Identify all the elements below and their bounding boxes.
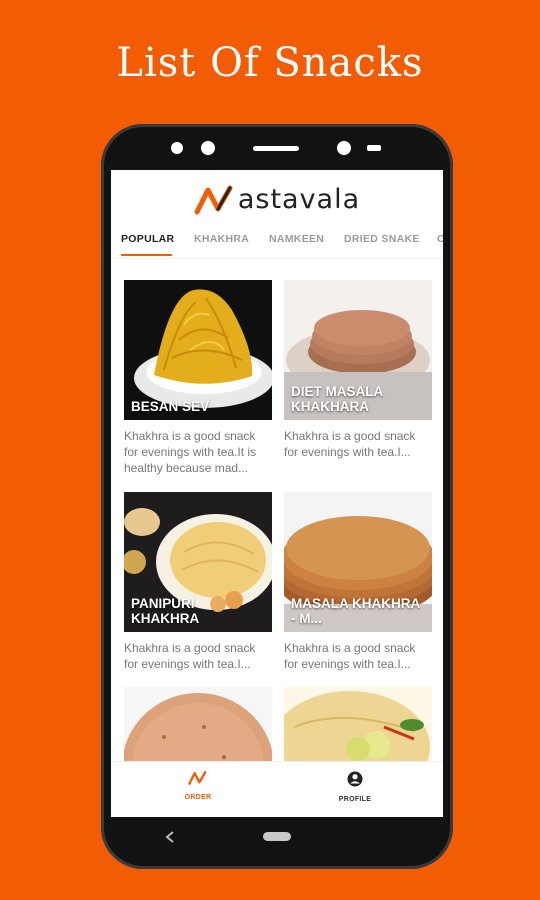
- brand-name: astavala: [237, 184, 361, 215]
- home-pill-icon[interactable]: [263, 832, 291, 841]
- page-headline: List Of Snacks: [116, 40, 424, 86]
- category-tabs: POPULAR KHAKHRA NAMKEEN DRIED SNAKE C: [111, 228, 443, 259]
- card-description: Khakhra is a good snack for evenings wit…: [124, 429, 257, 475]
- card-title: DIET MASALA KHAKHARA: [291, 384, 383, 414]
- snack-image: PANIPURI KHAKHRA: [124, 492, 272, 632]
- tab-dried-snake[interactable]: DRIED SNAKE: [344, 233, 420, 245]
- card-title: PANIPURI KHAKHRA: [131, 596, 200, 626]
- tab-more[interactable]: C: [437, 233, 443, 245]
- nav-profile[interactable]: PROFILE: [315, 770, 395, 803]
- card-title: MASALA KHAKHRA - M...: [291, 596, 420, 626]
- snack-image: BESAN SEV: [124, 280, 272, 420]
- sensor-icon: [201, 141, 215, 155]
- back-icon[interactable]: [165, 831, 175, 843]
- nav-label: ORDER: [184, 794, 212, 801]
- app-screen: astavala POPULAR KHAKHRA NAMKEEN DRIED S…: [111, 170, 443, 817]
- bottom-navigation: ORDER PROFILE: [111, 761, 443, 817]
- snack-image: DIET MASALA KHAKHARA: [284, 280, 432, 420]
- front-camera-icon: [171, 142, 183, 154]
- card-title: BESAN SEV: [131, 399, 210, 414]
- account-circle-icon: [347, 771, 363, 787]
- tab-namkeen[interactable]: NAMKEEN: [269, 233, 324, 245]
- app-logo: astavala: [111, 184, 443, 224]
- snack-card-masala-khakhra[interactable]: MASALA KHAKHRA - M... Khakhra is a good …: [284, 492, 432, 688]
- snack-card-panipuri-khakhra[interactable]: PANIPURI KHAKHRA Khakhra is a good snack…: [124, 492, 272, 688]
- tab-khakhra[interactable]: KHAKHRA: [194, 233, 249, 245]
- card-description: Khakhra is a good snack for evenings wit…: [124, 641, 256, 671]
- card-description: Khakhra is a good snack for evenings wit…: [284, 429, 416, 459]
- active-tab-indicator: [121, 254, 172, 256]
- speaker-grille: [253, 146, 299, 151]
- snack-card-besan-sev[interactable]: BESAN SEV Khakhra is a good snack for ev…: [124, 280, 272, 476]
- snack-card-diet-masala-khakhara[interactable]: DIET MASALA KHAKHARA Khakhra is a good s…: [284, 280, 432, 476]
- nav-order[interactable]: ORDER: [158, 770, 238, 801]
- proximity-sensor-icon: [337, 141, 351, 155]
- nav-label: PROFILE: [338, 796, 372, 803]
- light-sensor: [367, 145, 381, 151]
- card-description: Khakhra is a good snack for evenings wit…: [284, 641, 416, 671]
- logo-n-icon: [188, 771, 207, 785]
- system-navigation-bar: [101, 817, 453, 857]
- tab-popular[interactable]: POPULAR: [121, 233, 174, 245]
- snack-image: MASALA KHAKHRA - M...: [284, 492, 432, 632]
- phone-frame: astavala POPULAR KHAKHRA NAMKEEN DRIED S…: [101, 124, 453, 869]
- logo-n-icon: [194, 185, 233, 214]
